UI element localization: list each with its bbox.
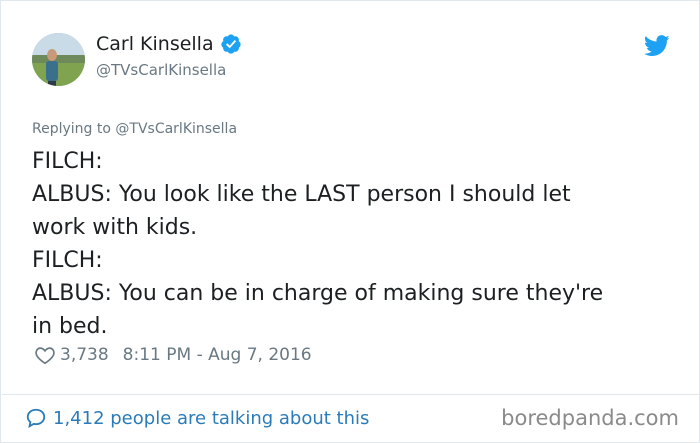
tweet-line: FILCH: — [32, 149, 103, 174]
avatar-photo — [32, 33, 85, 86]
avatar[interactable] — [32, 33, 85, 86]
verified-icon — [220, 33, 242, 55]
watermark: boredpanda.com — [501, 406, 679, 430]
tweet-text: FILCH: ALBUS: You look like the LAST per… — [32, 145, 672, 343]
author-name[interactable]: Carl Kinsella — [96, 33, 214, 55]
replying-prefix: Replying to — [32, 121, 111, 137]
twitter-bird-icon[interactable] — [644, 35, 670, 57]
divider — [2, 394, 700, 395]
author-name-row[interactable]: Carl Kinsella — [96, 33, 242, 55]
author-handle[interactable]: @TVsCarlKinsella — [96, 61, 226, 79]
like-count[interactable]: 3,738 — [60, 345, 109, 365]
speech-bubble-icon — [25, 407, 47, 429]
tweet-line: ALBUS: You can be in charge of making su… — [32, 281, 604, 306]
tweet-card: Carl Kinsella @TVsCarlKinsella Replying … — [0, 0, 700, 443]
replying-to: Replying to @TVsCarlKinsella — [32, 121, 237, 137]
tweet-line: FILCH: — [32, 248, 103, 273]
conversation-text[interactable]: 1,412 people are talking about this — [53, 408, 369, 429]
timestamp[interactable]: 8:11 PM - Aug 7, 2016 — [123, 345, 312, 365]
tweet-meta: 3,738 8:11 PM - Aug 7, 2016 — [34, 344, 312, 366]
tweet-line: ALBUS: You look like the LAST person I s… — [32, 182, 571, 207]
tweet-line: work with kids. — [32, 215, 198, 240]
replying-mention[interactable]: @TVsCarlKinsella — [115, 121, 237, 137]
tweet-line: in bed. — [32, 314, 108, 339]
heart-icon[interactable] — [34, 344, 56, 366]
conversation-link[interactable]: 1,412 people are talking about this — [25, 407, 369, 429]
